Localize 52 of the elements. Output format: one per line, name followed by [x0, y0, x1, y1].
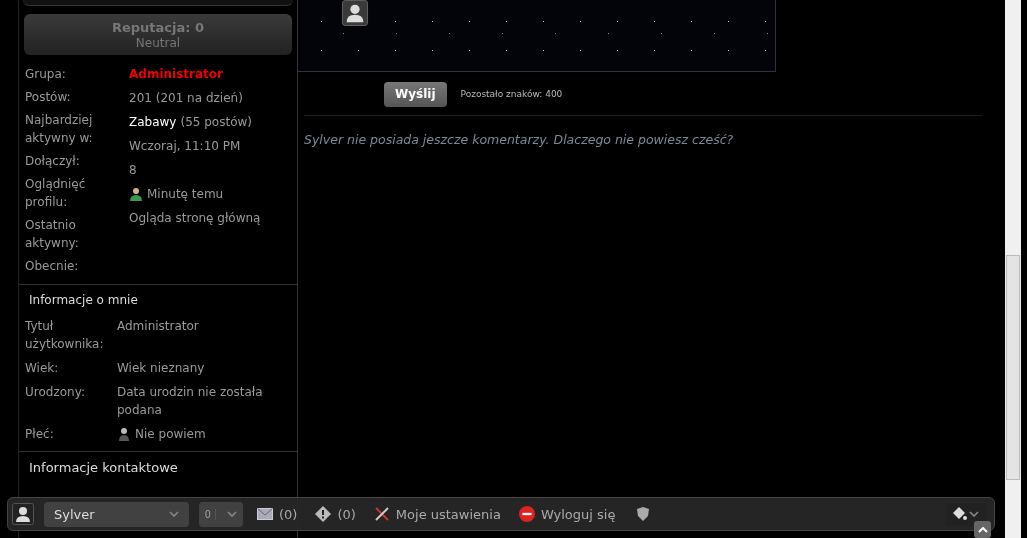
chevron-down-icon	[227, 511, 237, 517]
count-value: 0	[205, 508, 216, 520]
field-value: Data urodzin nie została podana	[117, 384, 264, 419]
forum-link[interactable]: Zabawy	[129, 113, 177, 131]
logout-button[interactable]: Wyloguj się	[514, 506, 620, 522]
chevron-up-icon	[977, 526, 988, 533]
envelope-icon	[257, 506, 273, 522]
field-value: 201 (201 na dzień)	[129, 90, 244, 107]
warning-diamond-icon	[315, 506, 332, 522]
chevron-down-icon	[969, 511, 979, 517]
section-title: Informacje kontaktowe	[19, 451, 297, 483]
no-entry-icon	[518, 506, 535, 522]
field-label: Postów:	[25, 89, 72, 106]
reputation-label: Neutral	[135, 35, 181, 50]
field-value: Nie powiem	[135, 426, 206, 443]
user-icon	[129, 187, 143, 201]
field-label: Najbardziej aktywny w:	[25, 112, 94, 147]
field-value: 8	[129, 162, 138, 179]
send-button[interactable]: Wyślij	[384, 81, 447, 107]
tools-icon	[373, 506, 390, 522]
remaining-characters: Pozostało znaków: 400	[460, 89, 563, 99]
user-dropdown[interactable]: Sylver	[44, 501, 189, 527]
field-label: Tytuł użytkownika:	[25, 318, 105, 353]
field-label: Wiek:	[25, 360, 60, 377]
chevron-down-icon	[169, 511, 179, 517]
field-label: Oglądnięć profilu:	[25, 176, 87, 211]
group-value: Administrator	[129, 66, 224, 83]
reports-button[interactable]: (0)	[311, 506, 360, 522]
shield-icon[interactable]	[637, 507, 650, 521]
post-count: (55 postów)	[180, 114, 252, 131]
field-label: Płeć:	[25, 426, 55, 443]
field-value: Administrator	[117, 318, 199, 335]
section-title: Informacje o mnie	[28, 292, 139, 309]
field-value: Wczoraj, 11:10 PM	[129, 138, 242, 155]
field-label: Ostatnio aktywny:	[25, 217, 80, 252]
paint-bucket-icon	[951, 506, 967, 522]
field-value: Minutę temu	[147, 186, 224, 203]
messages-button[interactable]: (0)	[253, 506, 302, 522]
field-label: Obecnie:	[25, 258, 80, 275]
reputation-title: Reputacja: 0	[111, 19, 205, 35]
field-value: Wiek nieznany	[117, 360, 205, 377]
empty-comments-message: Sylver nie posiada jeszcze komentarzy. Dlaczego nie powiesz cześć?	[303, 131, 735, 149]
field-label: Urodzony:	[25, 384, 86, 401]
settings-button[interactable]: Moje ustawienia	[369, 506, 505, 522]
avatar-icon[interactable]	[12, 503, 34, 525]
field-value: Ogląda stronę główną	[129, 210, 261, 227]
person-icon	[117, 427, 131, 441]
count-dropdown[interactable]: 0	[199, 501, 243, 527]
scrollbar-thumb[interactable]	[1006, 255, 1020, 480]
field-label: Dołączył:	[25, 153, 81, 170]
scroll-to-top-button[interactable]	[974, 521, 991, 538]
field-label: Grupa:	[25, 66, 67, 83]
